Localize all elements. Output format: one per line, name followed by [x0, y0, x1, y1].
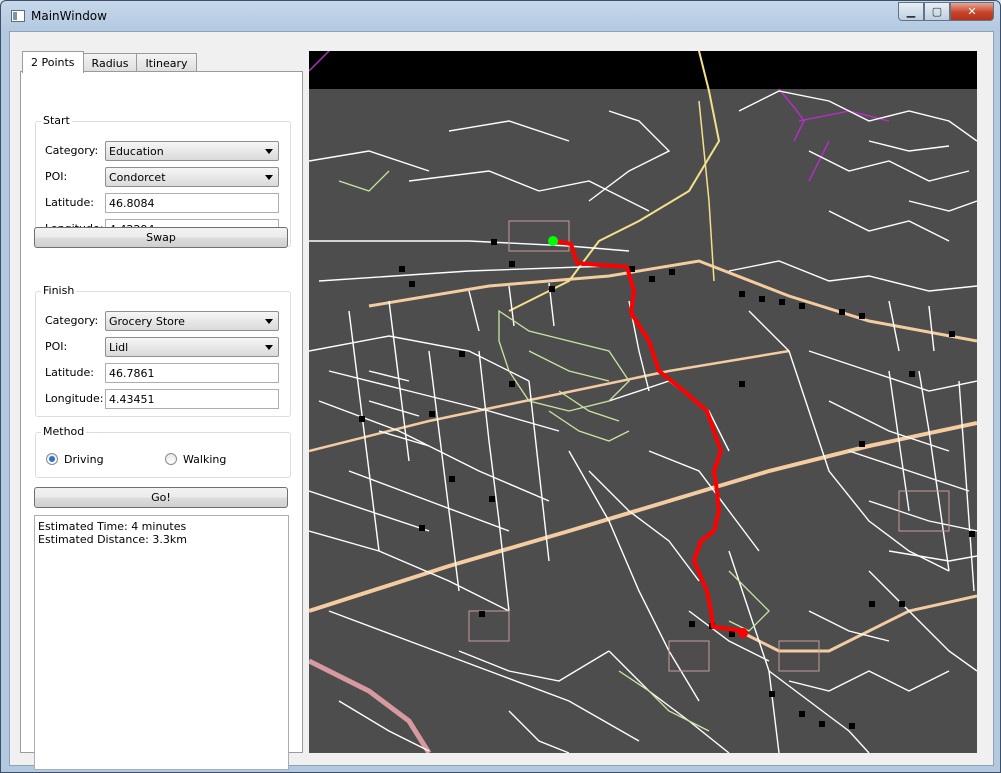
close-icon: ✕ [967, 5, 977, 18]
start-poi-select[interactable]: Condorcet [105, 167, 279, 187]
minimize-button[interactable]: ▁ [898, 2, 924, 21]
walking-label[interactable]: Walking [183, 453, 226, 466]
title-bar[interactable]: MainWindow ▁ ▢ ✕ [1, 1, 1000, 31]
finish-longitude-field[interactable]: 4.43451 [105, 389, 279, 409]
secondary-road [698, 100, 715, 282]
start-poi-label: POI: [45, 170, 68, 183]
driving-radio[interactable] [46, 453, 58, 465]
estimated-distance-text: Estimated Distance: 3.3km [38, 533, 187, 546]
main-window: MainWindow ▁ ▢ ✕ 2 Points Radius Itinear… [0, 0, 1001, 773]
finish-category-select[interactable]: Grocery Store [105, 311, 279, 331]
finish-category-value: Grocery Store [109, 314, 185, 328]
finish-group: Finish Category: Grocery Store POI: Lidl… [35, 284, 291, 417]
result-output[interactable]: Estimated Time: 4 minutes Estimated Dist… [34, 515, 289, 770]
swap-button[interactable]: Swap [34, 227, 288, 248]
start-group-title: Start [41, 114, 72, 127]
poi-markers [359, 239, 975, 729]
start-category-value: Education [109, 144, 164, 158]
start-category-select[interactable]: Education [105, 141, 279, 161]
finish-longitude-label: Longitude: [45, 392, 104, 405]
start-category-label: Category: [45, 144, 99, 157]
window-title: MainWindow [31, 9, 107, 23]
finish-group-title: Finish [41, 284, 77, 297]
start-latitude-label: Latitude: [45, 196, 94, 209]
finish-poi-label: POI: [45, 340, 68, 353]
secondary-road [508, 51, 721, 312]
go-button[interactable]: Go! [34, 487, 288, 508]
finish-poi-value: Lidl [109, 340, 129, 354]
maximize-icon: ▢ [931, 5, 943, 18]
tab-radius[interactable]: Radius [82, 53, 138, 73]
driving-label[interactable]: Driving [64, 453, 104, 466]
major-road [309, 421, 977, 613]
tab-pane-2-points: Start Category: Education POI: Condorcet… [20, 71, 303, 770]
chevron-down-icon [265, 175, 273, 180]
finish-poi-select[interactable]: Lidl [105, 337, 279, 357]
railway [309, 658, 432, 753]
chevron-down-icon [265, 345, 273, 350]
maximize-button[interactable]: ▢ [924, 2, 950, 21]
tab-itineary[interactable]: Itineary [136, 53, 197, 73]
walking-radio[interactable] [165, 453, 177, 465]
map-view[interactable] [309, 51, 977, 753]
start-marker[interactable] [548, 236, 558, 246]
finish-category-label: Category: [45, 314, 99, 327]
map-canvas [309, 51, 977, 753]
route-path [552, 239, 744, 633]
finish-marker[interactable] [738, 628, 748, 638]
chevron-down-icon [265, 319, 273, 324]
method-group: Method Driving Walking [35, 425, 291, 478]
footpaths [338, 170, 770, 732]
start-poi-value: Condorcet [109, 170, 166, 184]
tab-bar: 2 Points Radius Itineary [22, 51, 197, 73]
finish-latitude-label: Latitude: [45, 366, 94, 379]
map-top-band [309, 51, 977, 89]
estimated-time-text: Estimated Time: 4 minutes [38, 520, 187, 533]
minimize-icon: ▁ [906, 5, 916, 18]
road-network [309, 90, 977, 753]
chevron-down-icon [265, 149, 273, 154]
finish-latitude-field[interactable]: 46.7861 [105, 363, 279, 383]
start-latitude-field[interactable]: 46.8084 [105, 193, 279, 213]
method-group-title: Method [41, 425, 87, 438]
app-icon [11, 10, 25, 22]
tab-2-points[interactable]: 2 Points [22, 51, 84, 73]
close-button[interactable]: ✕ [950, 2, 994, 21]
